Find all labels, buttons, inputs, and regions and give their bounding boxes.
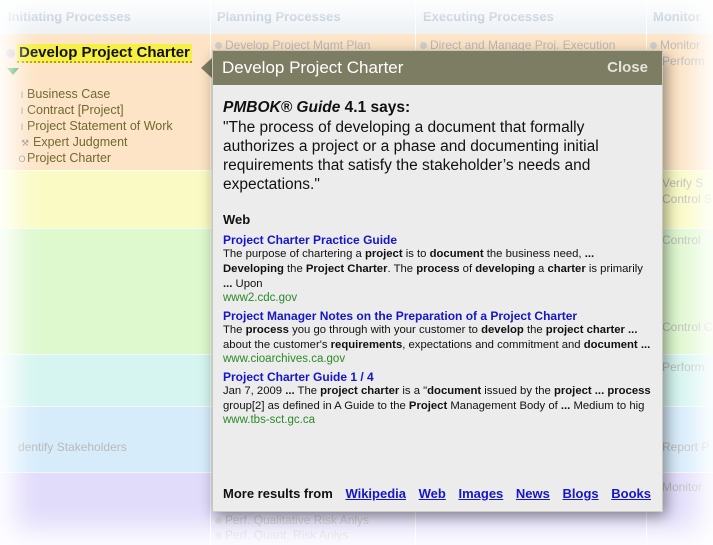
result-snippet: The process you go through with your cus… <box>223 324 651 351</box>
column-header-executing: Executing Processes <box>423 9 554 24</box>
input-icon: I <box>20 106 24 116</box>
input-icon: I <box>20 122 24 132</box>
search-result: Project Manager Notes on the Preparation… <box>223 309 652 365</box>
guide-section: 4.1 says: <box>344 99 411 116</box>
column-header-initiating: Initiating Processes <box>8 9 131 24</box>
more-results-label: More results from <box>223 486 333 501</box>
process-item[interactable]: dentify Stakeholders <box>18 440 127 454</box>
process-dot-icon <box>215 517 222 525</box>
output-icon: O <box>18 154 26 164</box>
column-divider <box>210 0 211 545</box>
search-result: Project Charter Guide 1 / 4 Jan 7, 2009 … <box>223 370 652 426</box>
process-dot-icon <box>420 42 427 50</box>
process-dot-icon <box>6 49 15 58</box>
result-title-link[interactable]: Project Charter Guide 1 / 4 <box>223 370 652 384</box>
result-url: www.cioarchives.ca.gov <box>223 353 346 365</box>
guide-reference: PMBOK® Guide 4.1 says: <box>223 99 652 117</box>
more-link-news[interactable]: News <box>516 486 550 501</box>
process-item[interactable]: Perf. Qualitative Risk Anlys <box>215 513 369 527</box>
definition-popup: Develop Project Charter Close PMBOK® Gui… <box>212 50 663 512</box>
result-title-link[interactable]: Project Charter Practice Guide <box>223 233 652 247</box>
popup-body: PMBOK® Guide 4.1 says: "The process of d… <box>213 85 662 426</box>
result-url: www.tbs-sct.gc.ca <box>223 414 316 426</box>
process-item[interactable]: Perform <box>662 360 705 374</box>
tool-icon: ⚒ <box>20 138 30 148</box>
popup-header: Develop Project Charter Close <box>213 51 662 85</box>
more-results-bar: More results from Wikipedia Web Images N… <box>223 486 651 501</box>
process-item[interactable]: Control C <box>662 320 713 334</box>
input-item[interactable]: I Project Statement of Work <box>17 119 173 133</box>
input-icon: I <box>20 90 24 100</box>
process-dot-icon <box>215 532 222 540</box>
tool-item[interactable]: ⚒ Expert Judgment <box>17 135 128 149</box>
result-title-link[interactable]: Project Manager Notes on the Preparation… <box>223 309 652 323</box>
search-result: Project Charter Practice Guide The purpo… <box>223 233 652 304</box>
expand-triangle-icon[interactable] <box>7 68 19 75</box>
process-dot-icon <box>650 42 657 50</box>
more-link-wikipedia[interactable]: Wikipedia <box>345 486 406 501</box>
process-item[interactable]: Control S <box>662 192 712 206</box>
close-button[interactable]: Close <box>607 51 648 85</box>
process-item[interactable]: Control <box>662 233 701 247</box>
process-item[interactable]: Monitor <box>662 480 702 494</box>
process-dot-icon <box>215 42 222 50</box>
process-item[interactable]: Report P <box>662 440 709 454</box>
result-snippet: Jan 7, 2009 ... The project charter is a… <box>223 385 651 412</box>
column-header-planning: Planning Processes <box>217 9 341 24</box>
process-item[interactable]: Perform <box>662 54 705 68</box>
selected-process-title[interactable]: Develop Project Charter <box>17 44 192 63</box>
input-item[interactable]: I Business Case <box>17 87 111 101</box>
more-link-blogs[interactable]: Blogs <box>563 486 599 501</box>
guide-name: PMBOK® Guide <box>223 99 341 116</box>
definition-quote: "The process of developing a document th… <box>223 119 599 193</box>
input-item[interactable]: I Contract [Project] <box>17 103 124 117</box>
more-link-images[interactable]: Images <box>458 486 503 501</box>
result-snippet: The purpose of chartering a project is t… <box>223 248 643 290</box>
result-url: www2.cdc.gov <box>223 292 298 304</box>
process-item[interactable]: Verify S <box>662 176 703 190</box>
column-header-monitor: Monitor <box>653 9 701 24</box>
process-item[interactable]: Perf. Quant. Risk Anlys <box>215 528 348 542</box>
more-link-books[interactable]: Books <box>611 486 651 501</box>
popup-title: Develop Project Charter <box>222 58 404 77</box>
web-results-heading: Web <box>223 212 251 227</box>
more-link-web[interactable]: Web <box>419 486 446 501</box>
output-item[interactable]: O Project Charter <box>17 151 111 165</box>
